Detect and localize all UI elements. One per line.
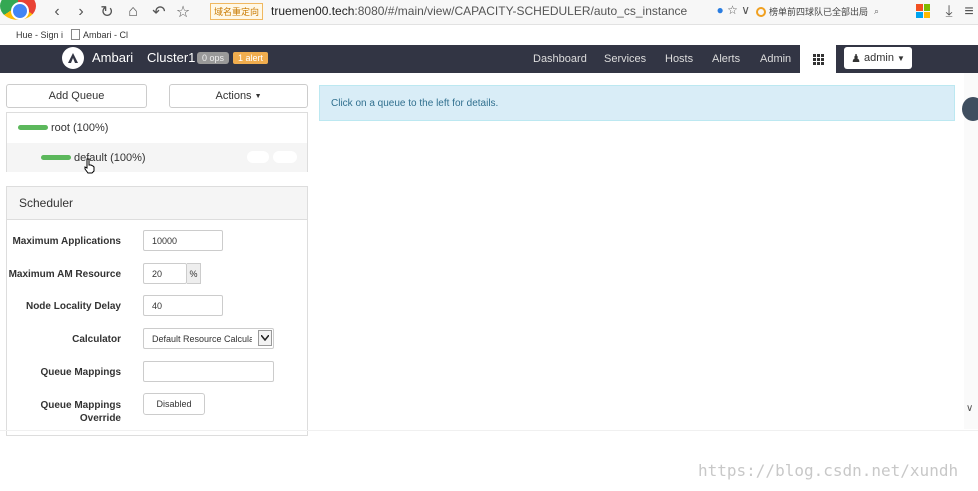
menu-icon[interactable]: ≡ — [958, 1, 978, 23]
queue-capacity-bar — [41, 155, 71, 160]
queue-status-pill — [273, 151, 297, 163]
address-bar[interactable]: 域名重定向 truemen00.tech:8080/#/main/view/CA… — [206, 1, 750, 21]
max-am-value: 20 — [152, 268, 163, 279]
queue-status-pill — [247, 151, 269, 163]
caret-down-icon: ▼ — [896, 53, 905, 63]
user-menu-button[interactable]: ♟ admin ▼ — [844, 47, 912, 69]
scroll-down-icon[interactable]: ∨ — [966, 403, 973, 414]
nav-hosts[interactable]: Hosts — [665, 53, 693, 65]
ambari-navbar: Ambari Cluster1 0 ops 1 alert Dashboard … — [0, 45, 978, 73]
home-icon[interactable]: ⌂ — [122, 1, 144, 23]
queue-row-default[interactable]: default (100%) — [7, 143, 307, 172]
views-grid-icon[interactable] — [800, 45, 836, 73]
info-alert: Click on a queue to the left for details… — [319, 85, 955, 121]
override-toggle-button[interactable]: Disabled — [143, 393, 205, 415]
nav-admin[interactable]: Admin — [760, 53, 791, 65]
redirect-tag: 域名重定向 — [210, 2, 264, 20]
user-icon: ♟ — [851, 52, 861, 65]
watermark: https://blog.csdn.net/xundh — [698, 461, 959, 480]
ops-badge[interactable]: 0 ops — [197, 52, 230, 64]
locality-field[interactable]: 40 — [143, 295, 223, 316]
scheduler-title: Scheduler — [19, 196, 74, 210]
nav-dashboard[interactable]: Dashboard — [533, 53, 587, 65]
nav-alerts[interactable]: Alerts — [712, 53, 740, 65]
browser-search-box[interactable]: 榜单前四球队已全部出局 ⌕ — [756, 2, 908, 21]
cluster-name[interactable]: Cluster1 — [147, 50, 195, 65]
max-apps-label: Maximum Applications — [12, 236, 121, 247]
bookmark-ambari[interactable]: Ambari - Cl — [71, 29, 128, 40]
url-text[interactable]: truemen00.tech:8080/#/main/view/CAPACITY… — [271, 4, 687, 18]
bookmark-hue[interactable]: Hue - Sign i — [16, 30, 63, 40]
bookmark-label: Hue - Sign i — [16, 29, 64, 40]
queue-tree: root (100%) default (100%) — [6, 112, 308, 172]
forward-icon[interactable]: › — [70, 1, 92, 23]
queue-mappings-field[interactable] — [143, 361, 274, 382]
queue-label: root (100%) — [51, 121, 109, 134]
chevron-down-icon — [258, 330, 272, 346]
queue-row-root[interactable]: root (100%) — [7, 113, 307, 142]
search-engine-icon — [756, 6, 766, 17]
download-icon[interactable]: ⤓ — [938, 1, 960, 23]
max-am-field[interactable]: 20 — [143, 263, 187, 284]
search-icon[interactable]: ⌕ — [874, 6, 879, 17]
calculator-select[interactable]: Default Resource Calculator — [143, 328, 274, 349]
bookmark-star-icon[interactable]: ☆ — [727, 3, 738, 17]
apps-icon[interactable] — [916, 4, 930, 18]
max-apps-value: 10000 — [152, 235, 178, 246]
alert-badge[interactable]: 1 alert — [233, 52, 269, 64]
add-queue-label: Add Queue — [48, 90, 105, 102]
side-widget-icon[interactable] — [962, 97, 978, 121]
search-text: 榜单前四球队已全部出局 — [769, 7, 869, 17]
back-icon[interactable]: ‹ — [46, 1, 68, 23]
actions-dropdown-button[interactable]: Actions ▼ — [169, 84, 308, 108]
ambari-logo-icon[interactable] — [62, 47, 84, 69]
url-path: :8080/#/main/view/CAPACITY-SCHEDULER/aut… — [354, 4, 688, 18]
locality-value: 40 — [152, 300, 163, 311]
mappings-label: Queue Mappings — [40, 367, 121, 378]
queue-capacity-bar — [18, 125, 48, 130]
shield-icon[interactable]: ● — [717, 3, 724, 17]
caret-down-icon: ▼ — [254, 92, 262, 100]
override-label: Queue Mappings Override — [40, 399, 121, 425]
undo-icon[interactable]: ↶ — [148, 1, 170, 23]
locality-label: Node Locality Delay — [25, 301, 121, 312]
page-icon — [71, 29, 81, 40]
user-menu-label: admin — [863, 52, 894, 64]
chevron-down-icon[interactable]: ∨ — [741, 3, 750, 17]
brand-name[interactable]: Ambari — [92, 50, 133, 65]
browser-logo-icon — [0, 0, 36, 20]
max-apps-field[interactable]: 10000 — [143, 230, 223, 251]
bookmarks-bar: Hue - Sign i Ambari - Cl — [0, 25, 978, 44]
override-label-line2: Override — [79, 413, 121, 424]
add-queue-button[interactable]: Add Queue — [6, 84, 147, 108]
divider — [0, 430, 978, 431]
percent-addon: % — [187, 263, 201, 284]
max-am-label: Maximum AM Resource — [8, 269, 121, 280]
scheduler-header: Scheduler — [7, 187, 307, 220]
browser-toolbar: ‹ › ↻ ⌂ ↶ ☆ 域名重定向 truemen00.tech:8080/#/… — [0, 0, 978, 25]
actions-label: Actions — [215, 90, 252, 102]
scheduler-panel: Scheduler Maximum Applications 10000 Max… — [6, 186, 308, 436]
url-host: truemen00.tech — [271, 4, 355, 18]
calculator-label: Calculator — [72, 334, 121, 345]
info-text: Click on a queue to the left for details… — [331, 97, 499, 109]
bookmark-label: Ambari - Cl — [83, 29, 129, 40]
override-label-line1: Queue Mappings — [40, 400, 121, 411]
star-icon[interactable]: ☆ — [172, 1, 194, 23]
page-scrollbar[interactable] — [964, 73, 978, 429]
calculator-value: Default Resource Calculator — [152, 333, 252, 344]
hand-cursor-icon — [84, 158, 95, 174]
reload-icon[interactable]: ↻ — [96, 1, 118, 23]
override-toggle-label: Disabled — [156, 399, 192, 409]
nav-services[interactable]: Services — [604, 53, 646, 65]
url-bar-icons: ● ☆ ∨ — [717, 3, 751, 17]
